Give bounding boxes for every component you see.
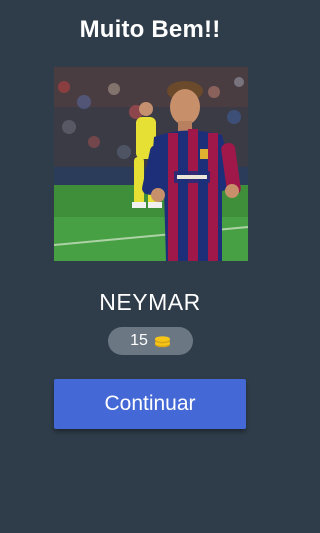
player-photo: [54, 67, 248, 261]
coin-stack-icon: [154, 334, 171, 348]
player-photo-illustration: [54, 67, 248, 261]
level-complete-screen: Muito Bem!! NEYMAR 15 Continuar: [0, 0, 300, 533]
coins-value: 15: [130, 332, 148, 349]
page-title: Muito Bem!!: [79, 16, 221, 43]
coins-reward-badge: 15: [108, 327, 193, 355]
answer-label: NEYMAR: [99, 289, 201, 315]
continue-button[interactable]: Continuar: [54, 379, 246, 429]
